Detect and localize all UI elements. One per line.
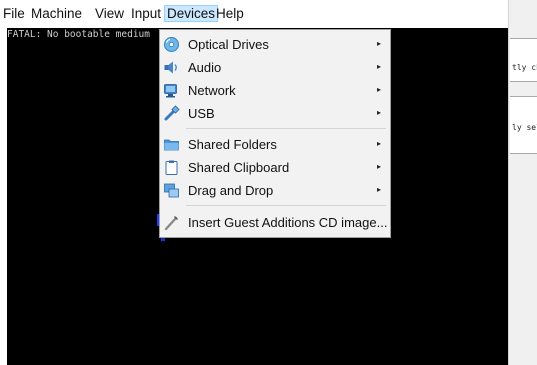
submenu-arrow-icon: ▸	[376, 62, 381, 71]
menu-bar: File Machine View Input Devices Help	[0, 0, 508, 28]
menu-item-network[interactable]: Network ▸	[160, 79, 390, 102]
menu-item-label: USB	[188, 106, 215, 121]
menu-separator	[186, 205, 386, 206]
menu-item-audio[interactable]: Audio ▸	[160, 56, 390, 79]
shared-clipboard-icon	[165, 160, 178, 175]
menu-item-label: Network	[188, 83, 236, 98]
side-panel-2: ly sel	[510, 96, 537, 154]
menu-item-label: Insert Guest Additions CD image...	[188, 215, 388, 230]
submenu-arrow-icon: ▸	[376, 85, 381, 94]
menu-item-insert-guest-additions[interactable]: Insert Guest Additions CD image...	[160, 211, 390, 234]
submenu-arrow-icon: ▸	[376, 139, 381, 148]
menu-item-optical-drives[interactable]: Optical Drives ▸	[160, 33, 390, 56]
submenu-arrow-icon: ▸	[376, 185, 381, 194]
menu-item-usb[interactable]: USB ▸	[160, 102, 390, 125]
submenu-arrow-icon: ▸	[376, 162, 381, 171]
menu-item-label: Shared Folders	[188, 137, 277, 152]
menu-help[interactable]: Help	[216, 6, 244, 21]
optical-drive-icon	[164, 37, 179, 52]
side-panel-1: tly ch	[510, 38, 537, 82]
submenu-arrow-icon: ▸	[376, 108, 381, 117]
menu-item-shared-clipboard[interactable]: Shared Clipboard ▸	[160, 156, 390, 179]
menu-file[interactable]: File	[3, 6, 25, 21]
side-text-2: ly sel	[512, 123, 537, 132]
menu-input[interactable]: Input	[131, 6, 161, 21]
boot-error-text: FATAL: No bootable medium	[7, 29, 150, 40]
menu-item-label: Audio	[188, 60, 222, 75]
side-window: tly ch ly sel	[508, 0, 537, 365]
network-icon	[164, 84, 177, 98]
menu-view[interactable]: View	[95, 6, 124, 21]
side-text-1: tly ch	[512, 63, 537, 72]
devices-dropdown-menu: Optical Drives ▸ Audio ▸ Network ▸ USB ▸	[159, 29, 391, 238]
menu-item-label: Optical Drives	[188, 37, 269, 52]
menu-item-drag-and-drop[interactable]: Drag and Drop ▸	[160, 179, 390, 202]
submenu-arrow-icon: ▸	[376, 39, 381, 48]
menu-item-label: Drag and Drop	[188, 183, 274, 198]
menu-separator	[186, 128, 386, 129]
usb-icon	[164, 105, 180, 121]
guest-additions-cd-icon	[164, 216, 178, 231]
shared-folders-icon	[164, 139, 179, 151]
menu-machine[interactable]: Machine	[31, 6, 82, 21]
menu-item-label: Shared Clipboard	[188, 160, 290, 175]
audio-icon	[164, 61, 177, 74]
menu-item-shared-folders[interactable]: Shared Folders ▸	[160, 133, 390, 156]
menu-devices[interactable]: Devices	[164, 5, 219, 22]
drag-and-drop-icon	[164, 183, 179, 198]
